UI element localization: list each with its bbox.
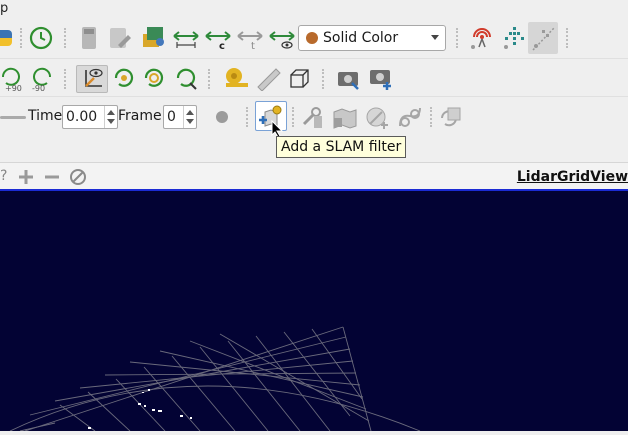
time-label: Time bbox=[28, 108, 63, 124]
lidar-sensor-icon[interactable] bbox=[468, 25, 496, 55]
find-data-icon[interactable] bbox=[140, 24, 166, 54]
slam-tools-icon[interactable] bbox=[298, 104, 326, 134]
view-header: ? LidarGridView bbox=[0, 162, 628, 191]
zoom-to-data-icon[interactable] bbox=[174, 65, 200, 95]
solid-color-swatch bbox=[306, 32, 318, 44]
axes-eye-icon bbox=[85, 68, 103, 87]
view-title[interactable]: LidarGridView bbox=[517, 169, 628, 185]
color-by-value: Solid Color bbox=[323, 30, 399, 46]
macro-timer-icon[interactable] bbox=[28, 25, 54, 55]
rescale-visible-range-icon[interactable] bbox=[268, 26, 296, 54]
render-viewport[interactable] bbox=[0, 191, 628, 432]
toolbar-camera: +90 -90 bbox=[0, 58, 628, 97]
rescale-temporal-range-icon[interactable]: t bbox=[236, 26, 264, 54]
python-shell-icon[interactable] bbox=[0, 26, 14, 54]
record-icon[interactable] bbox=[214, 109, 230, 129]
ruler-icon[interactable] bbox=[254, 65, 282, 95]
close-view-icon[interactable] bbox=[69, 168, 87, 190]
menu-help-partial[interactable]: p bbox=[0, 1, 8, 16]
time-spin-buttons[interactable] bbox=[104, 106, 117, 128]
edit-color-map-icon[interactable] bbox=[108, 25, 136, 55]
remove-icon[interactable] bbox=[44, 169, 60, 189]
separator bbox=[246, 107, 248, 127]
rotate-cw-label: -90 bbox=[32, 84, 45, 93]
chevron-down-icon bbox=[431, 35, 439, 40]
grid-toggle-icon[interactable] bbox=[528, 22, 558, 54]
slam-loop-icon[interactable] bbox=[396, 104, 424, 134]
separator bbox=[20, 28, 22, 48]
separator bbox=[208, 69, 210, 89]
time-value: 0.00 bbox=[66, 109, 98, 125]
separator bbox=[64, 69, 66, 89]
toggle-3d-icon[interactable] bbox=[288, 67, 312, 95]
point-cloud-icon[interactable] bbox=[500, 25, 528, 55]
separator bbox=[322, 69, 324, 89]
separator bbox=[566, 28, 568, 48]
svg-text:t: t bbox=[251, 41, 255, 50]
reset-camera-icon[interactable] bbox=[112, 65, 136, 95]
rotate-ccw-icon[interactable]: +90 bbox=[0, 63, 24, 97]
frame-spin-buttons[interactable] bbox=[183, 106, 196, 128]
frame-value: 0 bbox=[167, 109, 176, 125]
measure-tape-icon[interactable] bbox=[222, 65, 250, 95]
reset-camera-closest-icon[interactable] bbox=[142, 65, 166, 95]
frame-input[interactable]: 0 bbox=[163, 105, 197, 129]
slam-reset-icon[interactable] bbox=[436, 104, 464, 134]
frame-label: Frame bbox=[118, 108, 162, 124]
separator bbox=[430, 107, 432, 127]
toolbar-time: Time 0.00 Frame 0 bbox=[0, 96, 628, 137]
add-camera-icon[interactable] bbox=[368, 65, 394, 95]
tooltip: Add a SLAM filter bbox=[276, 136, 407, 158]
rotate-cw-icon[interactable]: -90 bbox=[30, 63, 54, 97]
separator bbox=[456, 28, 458, 48]
help-partial[interactable]: ? bbox=[0, 168, 7, 184]
svg-text:c: c bbox=[219, 41, 225, 50]
time-input[interactable]: 0.00 bbox=[62, 105, 118, 129]
color-by-dropdown[interactable]: Solid Color bbox=[298, 25, 446, 51]
screenshot-icon[interactable] bbox=[336, 65, 362, 95]
time-slider[interactable] bbox=[0, 116, 26, 119]
slam-trajectory-icon[interactable] bbox=[364, 104, 392, 134]
separator bbox=[64, 28, 66, 48]
split-add-icon[interactable] bbox=[18, 169, 34, 189]
interaction-mode-button[interactable] bbox=[76, 65, 108, 93]
toolbar-common: c t Solid Color bbox=[0, 18, 628, 58]
separator bbox=[292, 107, 294, 127]
calculator-icon[interactable] bbox=[80, 25, 98, 55]
reset-range-icon[interactable] bbox=[172, 26, 200, 54]
rotate-ccw-label: +90 bbox=[5, 84, 22, 93]
slam-map-icon[interactable] bbox=[330, 104, 358, 134]
menubar: p bbox=[0, 0, 628, 18]
lidar-grid bbox=[9, 326, 421, 432]
rescale-custom-range-icon[interactable]: c bbox=[204, 26, 232, 54]
